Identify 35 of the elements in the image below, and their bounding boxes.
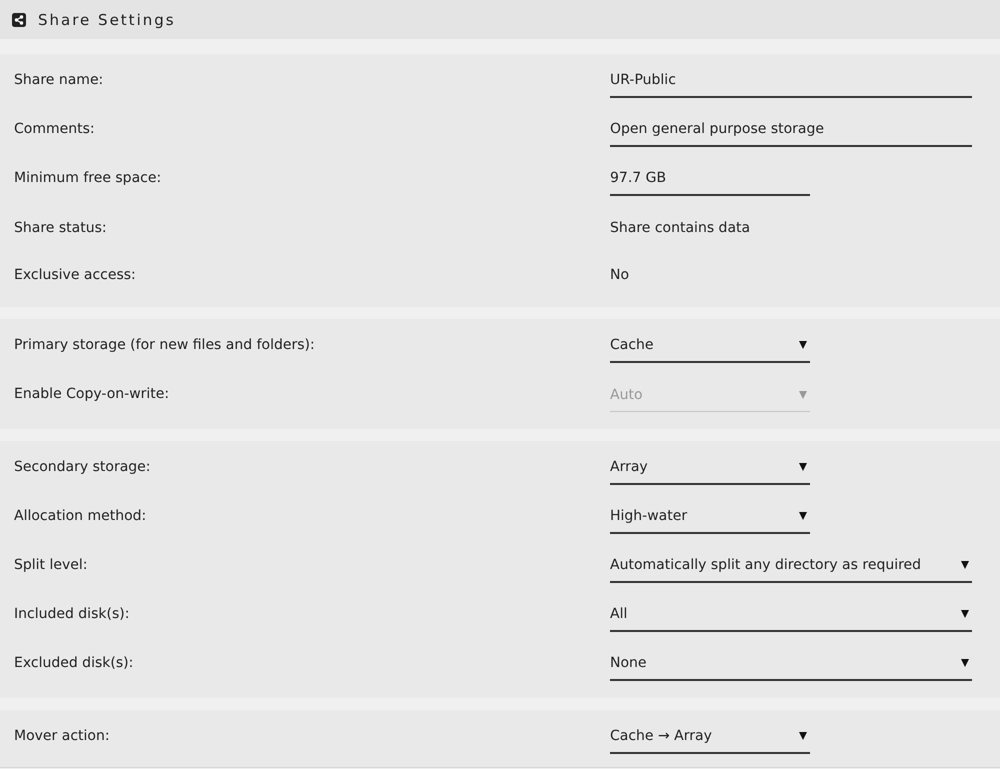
field-label: Allocation method: <box>14 508 146 524</box>
field-label: Primary storage (for new files and folders): <box>14 337 315 353</box>
field-label: Included disk(s): <box>14 606 130 622</box>
caret-icon <box>799 341 807 349</box>
caret-icon <box>799 390 807 398</box>
panel-title: Share Settings <box>38 10 176 30</box>
caret-icon <box>799 463 807 471</box>
caret-icon <box>961 561 969 569</box>
dropdown[interactable]: Array <box>610 449 810 485</box>
value-text: No <box>610 266 630 285</box>
dropdown[interactable]: Cache <box>610 327 810 363</box>
field-label: Excluded disk(s): <box>14 655 134 671</box>
field-label: Split level: <box>14 557 88 573</box>
dropdown[interactable]: None <box>610 645 972 681</box>
text-field[interactable]: UR-Public <box>610 62 972 98</box>
field-label: Mover action: <box>14 728 110 744</box>
caret-icon <box>799 512 807 520</box>
field-label: Secondary storage: <box>14 459 150 475</box>
caret-icon <box>799 732 807 740</box>
field-label: Exclusive access: <box>14 267 136 283</box>
field-label: Comments: <box>14 121 95 137</box>
dropdown[interactable]: All <box>610 596 972 632</box>
field-label: Enable Copy-on-write: <box>14 386 170 402</box>
caret-icon <box>961 610 969 618</box>
dropdown[interactable]: Cache → Array <box>610 718 810 754</box>
dropdown[interactable]: Automatically split any directory as required <box>610 547 972 583</box>
field-label: Minimum free space: <box>14 170 162 186</box>
text-field[interactable]: Open general purpose storage <box>610 111 972 147</box>
dropdown[interactable]: High-water <box>610 498 810 534</box>
field-label: Share status: <box>14 220 107 236</box>
caret-icon <box>961 659 969 667</box>
text-field[interactable]: 97.7 GB <box>610 160 810 196</box>
value-text: Share contains data <box>610 219 750 238</box>
field-label: Share name: <box>14 72 104 88</box>
share-icon <box>12 12 26 26</box>
